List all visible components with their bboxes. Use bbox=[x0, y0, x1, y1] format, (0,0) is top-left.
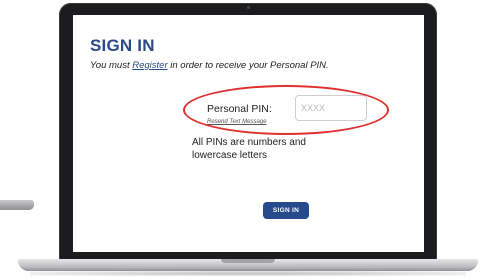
pin-label: Personal PIN: bbox=[207, 103, 272, 115]
personal-pin-input[interactable] bbox=[295, 95, 367, 121]
device-mockup: SIGN IN You must Register in order to re… bbox=[0, 0, 495, 280]
page-title: SIGN IN bbox=[90, 36, 155, 55]
resend-text-message-link[interactable]: Resend Text Message bbox=[207, 119, 266, 125]
register-instruction: You must Register in order to receive yo… bbox=[90, 60, 420, 71]
laptop-base-notch bbox=[221, 259, 275, 263]
laptop-screen: SIGN IN You must Register in order to re… bbox=[73, 15, 424, 252]
background-device-edge bbox=[0, 200, 34, 210]
instruction-text-after: in order to receive your Personal PIN. bbox=[167, 60, 329, 71]
laptop-shadow bbox=[30, 271, 466, 276]
register-link[interactable]: Register bbox=[132, 60, 167, 71]
pin-format-hint: All PINs are numbers and lowercase lette… bbox=[192, 137, 306, 161]
instruction-text-before: You must bbox=[90, 60, 133, 71]
sign-in-button[interactable]: SIGN IN bbox=[263, 202, 309, 219]
camera-icon bbox=[247, 6, 250, 9]
